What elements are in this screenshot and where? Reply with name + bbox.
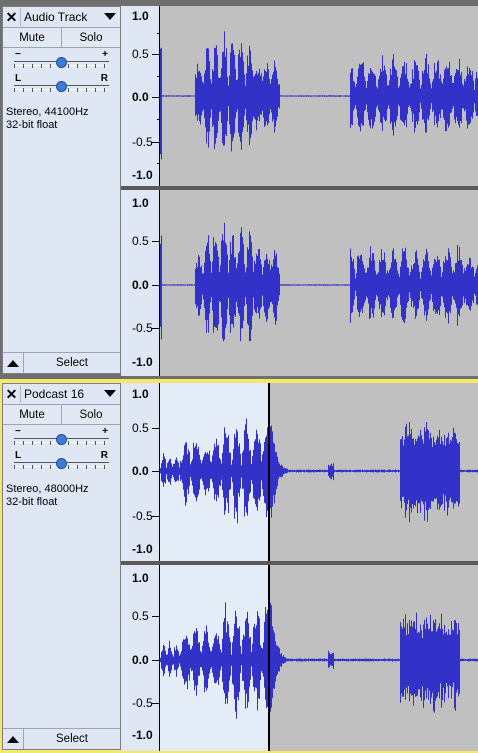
track-format: Stereo, 44100Hz bbox=[6, 106, 89, 118]
chevron-down-icon[interactable] bbox=[104, 390, 116, 397]
gain-slider-knob[interactable] bbox=[56, 57, 67, 68]
selection-edge[interactable] bbox=[268, 565, 270, 751]
pan-right-label: R bbox=[100, 450, 108, 461]
ruler-label-bottom: -1.0 bbox=[132, 728, 153, 742]
ruler-label-neg-half: -0.5 bbox=[132, 509, 153, 523]
ruler-tick bbox=[152, 616, 160, 617]
ruler-tick bbox=[152, 471, 160, 472]
waveform-right-channel[interactable] bbox=[160, 565, 478, 751]
pan-right-label: R bbox=[100, 73, 108, 84]
ruler-tick bbox=[152, 428, 160, 429]
ruler-label-half: 0.5 bbox=[132, 421, 149, 435]
close-track-button[interactable]: ✕ bbox=[3, 8, 21, 26]
waveform bbox=[160, 31, 478, 160]
select-track-button[interactable]: Select bbox=[24, 729, 120, 749]
ruler-label-half: 0.5 bbox=[132, 234, 149, 248]
gain-minus-label: − bbox=[15, 426, 21, 437]
solo-button[interactable]: Solo bbox=[62, 28, 120, 47]
ruler-label-top: 1.0 bbox=[132, 196, 149, 210]
mute-solo-row: Mute Solo bbox=[3, 28, 120, 48]
track-header: ✕ Audio Track bbox=[3, 7, 120, 28]
ruler-label-top: 1.0 bbox=[132, 387, 149, 401]
mute-solo-row: Mute Solo bbox=[3, 405, 120, 425]
ruler-label-zero: 0.0 bbox=[132, 464, 149, 478]
ruler-label-neg-half: -0.5 bbox=[132, 135, 153, 149]
pan-left-label: L bbox=[15, 450, 22, 461]
vertical-ruler-right-channel: 1.0 0.5 0.0 -0.5 -1.0 bbox=[121, 565, 160, 751]
audio-track: ✕ Audio Track Mute Solo − + L R Stereo, … bbox=[0, 0, 478, 376]
waveform bbox=[160, 565, 478, 736]
ruler-tick bbox=[152, 54, 160, 55]
track-format: Stereo, 48000Hz bbox=[6, 483, 89, 495]
track-control-panel[interactable]: ✕ Audio Track Mute Solo − + L R Stereo, … bbox=[2, 6, 121, 374]
waveform-samples bbox=[160, 391, 478, 547]
ruler-label-bottom: -1.0 bbox=[132, 168, 153, 182]
pan-slider-knob[interactable] bbox=[56, 81, 67, 92]
track-bit-depth: 32-bit float bbox=[6, 119, 58, 131]
track-footer: Select bbox=[3, 352, 120, 373]
track-bit-depth: 32-bit float bbox=[6, 496, 58, 508]
gain-slider[interactable]: − + bbox=[3, 48, 120, 72]
chevron-down-icon[interactable] bbox=[104, 13, 116, 20]
mute-button[interactable]: Mute bbox=[3, 405, 62, 424]
ruler-label-half: 0.5 bbox=[132, 609, 149, 623]
pan-slider[interactable]: L R bbox=[3, 449, 120, 473]
waveform-left-channel[interactable] bbox=[160, 383, 478, 561]
ruler-label-bottom: -1.0 bbox=[132, 355, 153, 369]
waveform-right-channel[interactable] bbox=[160, 190, 478, 376]
collapse-arrow-icon bbox=[7, 359, 19, 367]
close-track-button[interactable]: ✕ bbox=[3, 385, 21, 403]
ruler-label-zero: 0.0 bbox=[132, 278, 149, 292]
gain-slider-knob[interactable] bbox=[56, 434, 67, 445]
ruler-label-half: 0.5 bbox=[132, 47, 149, 61]
ruler-tick bbox=[152, 142, 160, 143]
ruler-label-zero: 0.0 bbox=[132, 653, 149, 667]
waveform bbox=[160, 391, 478, 547]
ruler-tick bbox=[152, 660, 160, 661]
collapse-track-button[interactable] bbox=[3, 353, 24, 373]
pan-slider[interactable]: L R bbox=[3, 72, 120, 96]
vertical-ruler-left-channel: 1.0 0.5 0.0 -0.5 -1.0 bbox=[121, 6, 160, 186]
waveform-samples bbox=[160, 31, 478, 160]
solo-button[interactable]: Solo bbox=[62, 405, 120, 424]
waveform bbox=[160, 222, 478, 342]
track-footer: Select bbox=[3, 728, 120, 749]
gain-plus-label: + bbox=[102, 49, 108, 60]
collapse-track-button[interactable] bbox=[3, 729, 24, 749]
ruler-tick bbox=[152, 516, 160, 517]
selection-edge[interactable] bbox=[268, 383, 270, 561]
ruler-label-neg-half: -0.5 bbox=[132, 321, 153, 335]
collapse-arrow-icon bbox=[7, 735, 19, 743]
track-control-panel[interactable]: ✕ Podcast 16 Mute Solo − + L R Stereo, 4… bbox=[2, 383, 121, 750]
ruler-tick bbox=[152, 285, 160, 286]
ruler-label-top: 1.0 bbox=[132, 571, 149, 585]
gain-slider[interactable]: − + bbox=[3, 425, 120, 449]
ruler-tick bbox=[152, 328, 160, 329]
select-track-button[interactable]: Select bbox=[24, 353, 120, 373]
track-info: Stereo, 48000Hz 32-bit float bbox=[3, 473, 120, 509]
waveform-samples bbox=[160, 565, 478, 736]
ruler-label-bottom: -1.0 bbox=[132, 542, 153, 556]
ruler-label-zero: 0.0 bbox=[132, 90, 149, 104]
vertical-ruler-right-channel: 1.0 0.5 0.0 -0.5 -1.0 bbox=[121, 190, 160, 376]
ruler-tick bbox=[152, 97, 160, 98]
ruler-tick bbox=[152, 703, 160, 704]
gain-minus-label: − bbox=[15, 49, 21, 60]
waveform-samples bbox=[160, 222, 478, 342]
vertical-ruler-left-channel: 1.0 0.5 0.0 -0.5 -1.0 bbox=[121, 383, 160, 561]
ruler-label-top: 1.0 bbox=[132, 9, 149, 23]
podcast-track: ✕ Podcast 16 Mute Solo − + L R Stereo, 4… bbox=[0, 379, 478, 753]
mute-button[interactable]: Mute bbox=[3, 28, 62, 47]
pan-slider-knob[interactable] bbox=[56, 458, 67, 469]
ruler-label-neg-half: -0.5 bbox=[132, 696, 153, 710]
gain-plus-label: + bbox=[102, 426, 108, 437]
pan-left-label: L bbox=[15, 73, 22, 84]
waveform-left-channel[interactable] bbox=[160, 6, 478, 186]
ruler-tick bbox=[152, 241, 160, 242]
track-header: ✕ Podcast 16 bbox=[3, 384, 120, 405]
track-info: Stereo, 44100Hz 32-bit float bbox=[3, 96, 120, 132]
